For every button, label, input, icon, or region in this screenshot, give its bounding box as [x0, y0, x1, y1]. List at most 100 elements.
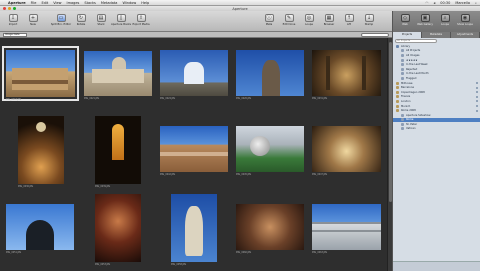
thumbnail-image	[312, 204, 381, 250]
sidebar-toolbar: ◇ Web ▣ Web Gallery ⌕ Loupe ◉ Show Loupe	[392, 11, 480, 32]
lift-icon: ↑	[344, 14, 354, 22]
sidebar-item-label: Rejected	[406, 67, 418, 71]
project-filter-input[interactable]: All Projects	[395, 39, 437, 43]
thumbnail-caption: IMG_0063.JPG	[312, 251, 328, 254]
menu-edit[interactable]: Edit	[41, 1, 48, 5]
thumbnail[interactable]: IMG_0051.JPG	[6, 204, 74, 254]
thumbnail[interactable]: IMG_0031.JPG	[312, 50, 381, 100]
thumbnail-image	[95, 194, 141, 262]
split-view-button[interactable]: ▭ Split Bro. Editor	[51, 14, 71, 26]
projects-sidebar: Projects Metadata Adjustments All Projec…	[392, 32, 480, 271]
menubar-clock[interactable]: 00:30	[440, 1, 450, 5]
stamp-icon: ↓	[364, 14, 374, 22]
new-icon: +	[28, 14, 38, 22]
thumbnail[interactable]: IMG_0053.JPG	[95, 194, 141, 266]
disclosure-icon[interactable]	[476, 100, 478, 103]
menu-stacks[interactable]: Stacks	[84, 1, 96, 5]
sidebar-item-label: In the Last Month	[406, 72, 429, 76]
thumbnail-image	[18, 116, 64, 184]
lift-button[interactable]: ↑ Lift	[340, 14, 358, 26]
thumbnail[interactable]: IMG_0018.JPG	[2, 46, 79, 101]
menubar-user[interactable]: Marcello	[455, 1, 470, 5]
disclosure-icon[interactable]	[476, 105, 478, 108]
browser-button[interactable]: ▦ Browser	[320, 14, 338, 26]
project-tree: Library All Projects All Images ★★★★★ In the…	[393, 44, 480, 131]
project-icon	[396, 109, 399, 113]
menu-metadata[interactable]: Metadata	[101, 1, 118, 5]
rotate-button[interactable]: ↻ Rotate	[72, 14, 90, 26]
loupe-label: Loupe	[305, 23, 313, 26]
thumbnail[interactable]: IMG_0036.JPG	[18, 116, 64, 188]
new-button[interactable]: + New	[24, 14, 42, 26]
web-button[interactable]: ◇ Web	[396, 14, 414, 32]
disclosure-icon[interactable]	[476, 91, 478, 94]
image-browser: IMG_0018.JPG IMG_0021.JPG IMG_0024.JPG I…	[0, 38, 392, 271]
menu-file[interactable]: File	[31, 1, 37, 5]
web-label: Web	[402, 23, 408, 26]
thumbnail[interactable]: IMG_0060.JPG	[236, 204, 304, 254]
thumbnail-caption: IMG_0051.JPG	[6, 251, 22, 254]
disclosure-icon[interactable]	[476, 82, 478, 85]
thumbnail-caption: IMG_0036.JPG	[18, 185, 34, 188]
wifi-icon[interactable]: ◠	[425, 1, 428, 5]
tab-adjustments[interactable]: Adjustments	[451, 32, 480, 38]
export-button[interactable]: ⇧ Export Media	[132, 14, 150, 26]
stack-label: Stack	[97, 23, 105, 26]
browser-search-input[interactable]	[361, 32, 389, 37]
menu-help[interactable]: Help	[141, 1, 149, 5]
magnifier-icon: ⌕	[440, 14, 450, 22]
import-button[interactable]: ⇩ Import	[4, 14, 22, 26]
edit-done-button[interactable]: ✎ Edit Done	[280, 14, 298, 26]
loupe-button[interactable]: ◎ Loupe	[300, 14, 318, 26]
sidebar-loupe-button[interactable]: ⌕ Loupe	[436, 14, 454, 32]
thumbnail[interactable]: IMG_0021.JPG	[84, 51, 152, 100]
books-button[interactable]: ▯ Aperture Books	[111, 14, 131, 26]
menu-aperture[interactable]: Aperture	[8, 1, 26, 5]
menu-images[interactable]: Images	[67, 1, 80, 5]
thumbnail[interactable]: IMG_0026.JPG	[236, 50, 304, 100]
stamp-button[interactable]: ↓ Stamp	[360, 14, 378, 26]
sidebar-item[interactable]: Vatican	[393, 127, 480, 132]
new-label: New	[30, 23, 36, 26]
disclosure-icon[interactable]	[476, 95, 478, 98]
import-label: Import	[8, 23, 18, 26]
stack-button[interactable]: ▤ Stack	[92, 14, 110, 26]
edit-done-label: Edit Done	[282, 23, 296, 26]
sidebar-item-label: Aperture Sideshow	[406, 113, 431, 117]
spotlight-icon[interactable]: ⌕	[475, 1, 477, 5]
tab-metadata[interactable]: Metadata	[422, 32, 451, 38]
thumbnail[interactable]: IMG_0024.JPG	[160, 50, 228, 100]
window-title: Aperture	[232, 6, 248, 11]
gallery-icon: ▣	[420, 14, 430, 22]
sidebar-item-label: Rome	[406, 118, 414, 122]
sort-select[interactable]: Image Date	[3, 32, 27, 37]
meta-button[interactable]: ⓘ Meta	[260, 14, 278, 26]
project-icon	[396, 90, 399, 94]
thumbnail[interactable]: IMG_0058.JPG	[171, 194, 217, 266]
tab-projects[interactable]: Projects	[393, 32, 422, 38]
menu-view[interactable]: View	[53, 1, 61, 5]
album-icon	[401, 58, 404, 62]
sidebar-item-label: Firenze	[401, 95, 411, 99]
thumbnail[interactable]: IMG_0039.JPG	[95, 116, 141, 188]
volume-icon[interactable]: ◂	[433, 1, 435, 5]
thumbnail-caption: IMG_0058.JPG	[171, 263, 187, 266]
show-loupe-icon: ◉	[460, 14, 470, 22]
menu-window[interactable]: Window	[122, 1, 136, 5]
thumbnail[interactable]: IMG_0042.JPG	[160, 126, 228, 176]
show-loupe-button[interactable]: ◉ Show Loupe	[456, 14, 474, 32]
thumbnail-image	[6, 50, 75, 97]
disclosure-icon[interactable]	[476, 86, 478, 89]
thumbnail[interactable]: IMG_0045.JPG	[236, 126, 304, 176]
web-icon: ◇	[400, 14, 410, 22]
thumbnail-caption: IMG_0047.JPG	[312, 173, 328, 176]
thumbnail-image	[84, 51, 152, 96]
thumbnail[interactable]: IMG_0063.JPG	[312, 204, 381, 254]
thumbnail[interactable]: IMG_0047.JPG	[312, 126, 381, 176]
loupe-icon: ◎	[304, 14, 314, 22]
disclosure-icon[interactable]	[476, 109, 478, 112]
sidebar-item-label: Munich	[401, 104, 411, 108]
sidebar-item-label: In the Last Week	[406, 63, 428, 67]
web-gallery-button[interactable]: ▣ Web Gallery	[416, 14, 434, 32]
sidebar-item-label: Vatican	[406, 127, 416, 131]
